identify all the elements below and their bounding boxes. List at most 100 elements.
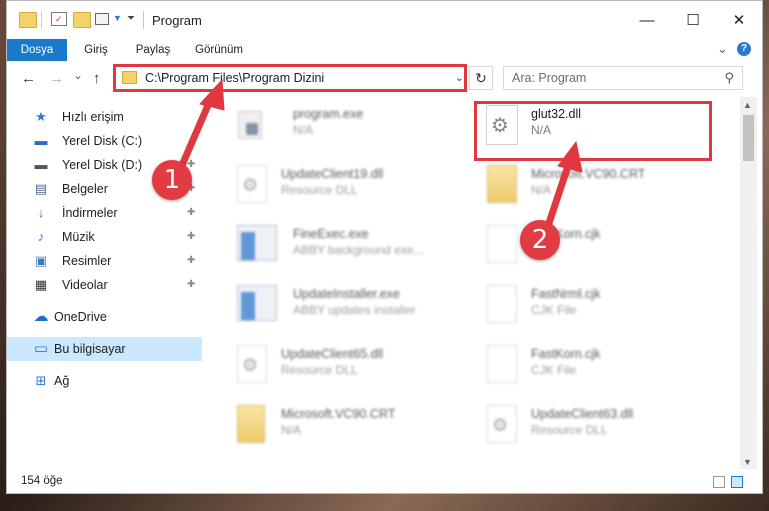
tab-file[interactable]: Dosya <box>7 39 67 61</box>
app-icon <box>237 285 277 321</box>
drive-icon: ▬ <box>34 133 48 148</box>
annotation-badge-1: 1 <box>152 160 192 200</box>
document-icon <box>487 345 517 383</box>
file-description: N/A <box>281 423 302 437</box>
file-description: Resource DLL <box>281 183 358 197</box>
pin-icon[interactable]: ✚ <box>187 207 195 218</box>
file-description: Resource DLL <box>281 363 358 377</box>
computer-icon: ▭ <box>33 340 49 357</box>
tiles-view-icon[interactable] <box>731 476 743 488</box>
window-title: Program <box>152 13 202 28</box>
tab-home[interactable]: Giriş <box>71 39 121 61</box>
annotation-badge-2: 2 <box>520 220 560 260</box>
pin-icon[interactable]: ✚ <box>187 231 195 242</box>
video-icon: ▦ <box>34 277 48 292</box>
sidebar-item-label: Resimler <box>62 254 112 268</box>
up-button[interactable]: ↑ <box>93 70 101 87</box>
file-item[interactable]: FineExec.exe ABBY background exe... <box>207 221 437 277</box>
tab-share[interactable]: Paylaş <box>123 39 183 61</box>
sidebar-item-label: İndirmeler <box>62 206 118 220</box>
address-row: ← → ⌄ ↑ C:\Program Files\Program Dizini … <box>7 61 762 95</box>
sidebar-item-label: Ağ <box>54 374 70 388</box>
scroll-thumb[interactable] <box>743 115 754 161</box>
vertical-scrollbar[interactable]: ▲ ▼ <box>740 97 757 469</box>
file-name: UpdateClient65.dll <box>281 347 384 361</box>
sidebar-item-network[interactable]: ⊞ Ağ <box>7 369 202 393</box>
search-input[interactable]: Ara: Program ⚲ <box>503 66 743 90</box>
file-item[interactable]: FastKorn.cjk <box>477 221 707 277</box>
help-icon[interactable]: ? <box>737 42 751 56</box>
annotation-box-file <box>474 101 712 161</box>
file-item[interactable]: program.exe N/A <box>207 101 437 157</box>
title-separator <box>143 11 144 29</box>
sidebar-item-label: Yerel Disk (C:) <box>62 134 143 148</box>
file-item[interactable]: Microsoft.VC90.CRT N/A <box>477 161 707 217</box>
qa-dropdown-icon[interactable]: ▼ <box>113 13 122 23</box>
pin-icon[interactable]: ✚ <box>187 279 195 290</box>
file-item[interactable]: Microsoft.VC90.CRT N/A <box>207 401 437 457</box>
sidebar-item-quick-access[interactable]: ★ Hızlı erişim <box>7 105 202 129</box>
recent-locations-button[interactable]: ⌄ <box>73 68 83 82</box>
search-icon[interactable]: ⚲ <box>724 70 734 86</box>
file-item[interactable]: ⚙ UpdateClient65.dll Resource DLL <box>207 341 437 397</box>
app-icon <box>237 225 277 261</box>
file-name: Microsoft.VC90.CRT <box>531 167 646 181</box>
file-name: FastKorn.cjk <box>531 347 601 361</box>
qa-overflow-icon[interactable]: ⏷ <box>127 13 135 24</box>
forward-button[interactable]: → <box>49 70 64 87</box>
music-icon: ♪ <box>37 229 45 244</box>
file-description: CJK File <box>531 363 577 377</box>
minimize-button[interactable]: — <box>624 1 670 39</box>
sidebar-item-videos[interactable]: ▦ Videolar ✚ <box>7 273 202 297</box>
sidebar-item-disk-c[interactable]: ▬ Yerel Disk (C:) <box>7 129 202 153</box>
sidebar-item-label: Hızlı erişim <box>62 110 124 124</box>
new-folder-icon[interactable] <box>73 12 91 28</box>
back-button[interactable]: ← <box>21 70 36 87</box>
network-icon: ⊞ <box>35 373 47 388</box>
sidebar-item-label: OneDrive <box>54 310 107 324</box>
ribbon-tabs: Dosya Giriş Paylaş Görünüm ⌄ ? <box>7 39 762 62</box>
sidebar-item-pictures[interactable]: ▣ Resimler ✚ <box>7 249 202 273</box>
status-bar: 154 öğe <box>7 471 762 493</box>
pin-icon[interactable]: ✚ <box>187 255 195 266</box>
file-name: UpdateClient63.dll <box>531 407 634 421</box>
customize-qa-icon[interactable] <box>95 12 111 26</box>
document-icon <box>487 285 517 323</box>
file-name: UpdateInstaller.exe <box>293 287 401 301</box>
dll-icon: ⚙ <box>237 165 267 203</box>
folder-icon <box>237 405 265 443</box>
properties-icon[interactable]: ✓ <box>51 12 67 26</box>
file-item[interactable]: ⚙ UpdateClient63.dll Resource DLL <box>477 401 707 457</box>
sidebar-item-music[interactable]: ♪ Müzik ✚ <box>7 225 202 249</box>
download-icon: ↓ <box>37 205 45 220</box>
file-name: Microsoft.VC90.CRT <box>281 407 396 421</box>
scroll-up-icon[interactable]: ▲ <box>743 100 752 110</box>
file-item[interactable]: FastKorn.cjk CJK File <box>477 341 707 397</box>
scroll-down-icon[interactable]: ▼ <box>743 457 752 467</box>
sidebar-item-label: Müzik <box>62 230 95 244</box>
folder-icon <box>19 12 37 28</box>
file-item[interactable]: UpdateInstaller.exe ABBY updates install… <box>207 281 437 337</box>
refresh-button[interactable]: ↻ <box>469 67 492 89</box>
maximize-button[interactable]: ☐ <box>670 1 716 39</box>
sidebar-item-onedrive[interactable]: ☁ OneDrive <box>7 305 202 329</box>
tab-view[interactable]: Görünüm <box>183 39 255 61</box>
file-item[interactable]: ⚙ UpdateClient19.dll Resource DLL <box>207 161 437 217</box>
sidebar-item-this-pc[interactable]: ▭ Bu bilgisayar <box>7 337 202 361</box>
sidebar-item-downloads[interactable]: ↓ İndirmeler ✚ <box>7 201 202 225</box>
file-name: program.exe <box>293 107 364 121</box>
chevron-down-icon[interactable]: ⌄ <box>717 41 728 57</box>
navigation-pane: ★ Hızlı erişim ▬ Yerel Disk (C:) ▬ Yerel… <box>7 97 202 465</box>
sidebar-item-label: Yerel Disk (D:) <box>62 158 143 172</box>
file-description: ABBY background exe... <box>293 243 424 257</box>
file-name: UpdateClient19.dll <box>281 167 384 181</box>
details-view-icon[interactable] <box>713 476 725 488</box>
documents-icon: ▤ <box>34 181 48 196</box>
close-button[interactable]: ✕ <box>716 1 762 39</box>
sidebar-item-label: Bu bilgisayar <box>54 342 126 356</box>
search-placeholder: Ara: Program <box>512 71 587 85</box>
explorer-window: ✓ ▼ ⏷ Program — ☐ ✕ Dosya Giriş Paylaş G… <box>6 0 763 494</box>
dll-icon: ⚙ <box>487 405 517 443</box>
item-count: 154 öğe <box>21 475 63 487</box>
file-item[interactable]: FastNrml.cjk CJK File <box>477 281 707 337</box>
